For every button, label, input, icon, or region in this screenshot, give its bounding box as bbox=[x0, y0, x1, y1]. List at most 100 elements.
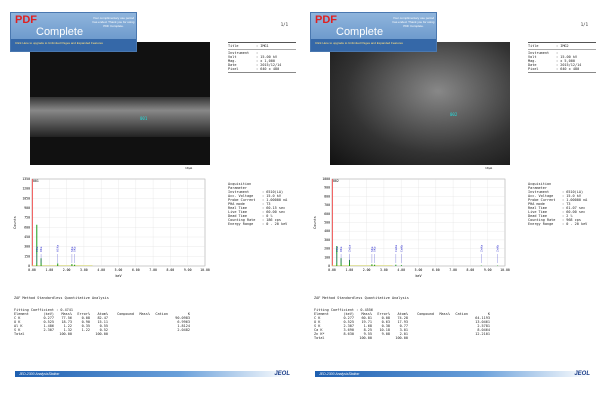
info-value: : IMG1 bbox=[256, 44, 269, 48]
cell bbox=[108, 328, 134, 332]
y-tick-label: 750 bbox=[24, 216, 30, 220]
cell: 100.00 bbox=[359, 336, 372, 340]
x-tick-label: 3.00 bbox=[80, 268, 88, 272]
acquisition-parameters: Acquisition Parameter Instrument: 6510(LA… bbox=[528, 182, 587, 226]
cell: Total bbox=[14, 332, 25, 336]
y-tick-label: 200 bbox=[324, 247, 330, 251]
x-tick-label: 9.00 bbox=[484, 268, 492, 272]
x-tick-label: 10.00 bbox=[500, 268, 510, 272]
banner-message: Your complimentary use period has ended.… bbox=[392, 16, 435, 28]
y-tick-label: 450 bbox=[24, 235, 30, 239]
peak-label: CaKa bbox=[394, 245, 398, 252]
peak-label: AlKa bbox=[56, 245, 60, 252]
cell: 100.00 bbox=[395, 336, 408, 340]
page-number: 1/1 bbox=[580, 22, 588, 27]
quant-table: ZAF Method Standardless Quantitative Ana… bbox=[14, 288, 190, 336]
acq-key: Energy Range bbox=[228, 222, 254, 226]
x-tick-label: 3.00 bbox=[380, 268, 388, 272]
spot-label: 001 bbox=[140, 116, 148, 121]
upgrade-link[interactable]: Click Here to upgrade to Unlimited Pages… bbox=[11, 39, 136, 51]
x-tick-label: 6.00 bbox=[132, 268, 140, 272]
y-axis-label: Counts bbox=[313, 216, 317, 229]
pdf-complete-banner[interactable]: PDF Complete Your complimentary use peri… bbox=[10, 12, 137, 52]
acq-value: : 0 - 20 keV bbox=[262, 222, 288, 226]
eds-spectrum-chart: 0.00 1.00 2.00 3.00 4.00 5.00 6.00 7.00 8.00 9.00… bbox=[13, 177, 210, 278]
acq-row: Energy Range : 0 - 20 keV bbox=[228, 222, 287, 226]
y-tick-label: 1350 bbox=[22, 177, 30, 181]
y-tick-label: 100 bbox=[324, 255, 330, 259]
peak-label: SKb bbox=[373, 246, 377, 252]
cell bbox=[372, 336, 390, 340]
cell: 100.00 bbox=[95, 332, 108, 336]
x-axis-label: keV bbox=[115, 274, 122, 278]
pdf-complete-banner[interactable]: PDF Complete Your complimentary use peri… bbox=[310, 12, 437, 52]
peak-label: OKa bbox=[39, 246, 43, 252]
y-tick-label: 400 bbox=[324, 229, 330, 233]
cell bbox=[408, 332, 434, 336]
y-tick-label: 500 bbox=[324, 221, 330, 225]
quant-table: ZAF Method Standardless Quantitative Ana… bbox=[314, 288, 490, 340]
cell bbox=[36, 332, 54, 336]
x-tick-label: 2.00 bbox=[363, 268, 371, 272]
x-tick-label: 0.00 bbox=[328, 268, 336, 272]
info-row: Pixel : 640 x 480 bbox=[528, 67, 596, 71]
y-tick-label: 800 bbox=[324, 194, 330, 198]
peak-label: OKa bbox=[339, 246, 343, 252]
cell bbox=[72, 332, 90, 336]
acq-row: Acquisition Parameter bbox=[528, 182, 587, 190]
pdf-logo: PDF bbox=[15, 14, 37, 26]
peak-label: ZnKb bbox=[496, 245, 500, 252]
cell: 2.0482 bbox=[177, 328, 190, 332]
x-tick-label: 1.00 bbox=[345, 268, 353, 272]
table-total-row: Total 100.00 100.00 bbox=[314, 336, 490, 340]
cell: Total bbox=[314, 336, 325, 340]
jeol-logo: JEOL bbox=[274, 371, 290, 377]
y-tick-label: 1000 bbox=[322, 177, 330, 181]
info-key: Pixel bbox=[528, 67, 539, 71]
info-row: Title : IMG1 bbox=[228, 44, 296, 48]
info-key: Title bbox=[228, 44, 239, 48]
y-tick-label: 300 bbox=[24, 245, 30, 249]
x-tick-label: 7.00 bbox=[449, 268, 457, 272]
report-page: PDF Complete Your complimentary use peri… bbox=[0, 0, 300, 400]
acq-row: Acquisition Parameter bbox=[228, 182, 287, 190]
y-tick-label: 0 bbox=[28, 264, 30, 268]
x-tick-label: 8.00 bbox=[467, 268, 475, 272]
acq-key: Acquisition Parameter bbox=[528, 182, 552, 190]
x-tick-label: 4.00 bbox=[97, 268, 105, 272]
x-tick-label: 6.00 bbox=[432, 268, 440, 272]
upgrade-link[interactable]: Click Here to upgrade to Unlimited Pages… bbox=[311, 39, 436, 51]
x-tick-label: 5.00 bbox=[115, 268, 123, 272]
peak-label: ZnKa bbox=[479, 245, 483, 252]
info-row: Pixel: 640 x 480 bbox=[228, 67, 296, 71]
y-tick-label: 1200 bbox=[22, 187, 30, 191]
y-tick-label: 900 bbox=[24, 206, 30, 210]
acquisition-parameters: Acquisition Parameter Instrument: 6510(LA… bbox=[228, 182, 287, 226]
y-tick-label: 150 bbox=[24, 254, 30, 258]
acq-value: : 0 - 20 keV bbox=[562, 222, 588, 226]
y-tick-label: 600 bbox=[324, 212, 330, 216]
info-value: : 640 x 480 bbox=[556, 67, 580, 71]
x-tick-label: 2.00 bbox=[63, 268, 71, 272]
pdf-logo-text: Complete bbox=[336, 26, 384, 38]
table-total-row: Total 100.00 100.00 bbox=[14, 332, 190, 336]
cell bbox=[450, 332, 468, 336]
page-number: 1/1 bbox=[280, 22, 288, 27]
x-tick-label: 8.00 bbox=[167, 268, 175, 272]
acq-key: Acquisition Parameter bbox=[228, 182, 252, 190]
footer-bar: JED-2300 AnalysisStation bbox=[15, 371, 290, 377]
jeol-logo: JEOL bbox=[574, 371, 590, 377]
peak-label: CaKb bbox=[399, 245, 403, 252]
info-value: : 640 x 480 bbox=[256, 67, 280, 71]
footer-bar: JED-2300 AnalysisStation bbox=[315, 371, 590, 377]
y-tick-label: 0 bbox=[328, 264, 330, 268]
image-info-table: Title: IMG2 Instrument: Volt: 15.00 kV Mag… bbox=[528, 42, 596, 73]
peak-label: ZnLa bbox=[348, 245, 352, 252]
scale-bar-label: 10µm bbox=[185, 166, 193, 170]
acq-key: Energy Range bbox=[528, 222, 554, 226]
x-tick-label: 1.00 bbox=[45, 268, 53, 272]
peak-label: SKb bbox=[73, 246, 77, 252]
info-key: Title bbox=[528, 44, 539, 48]
cell bbox=[434, 332, 450, 336]
scale-bar-label: 10µm bbox=[485, 166, 493, 170]
